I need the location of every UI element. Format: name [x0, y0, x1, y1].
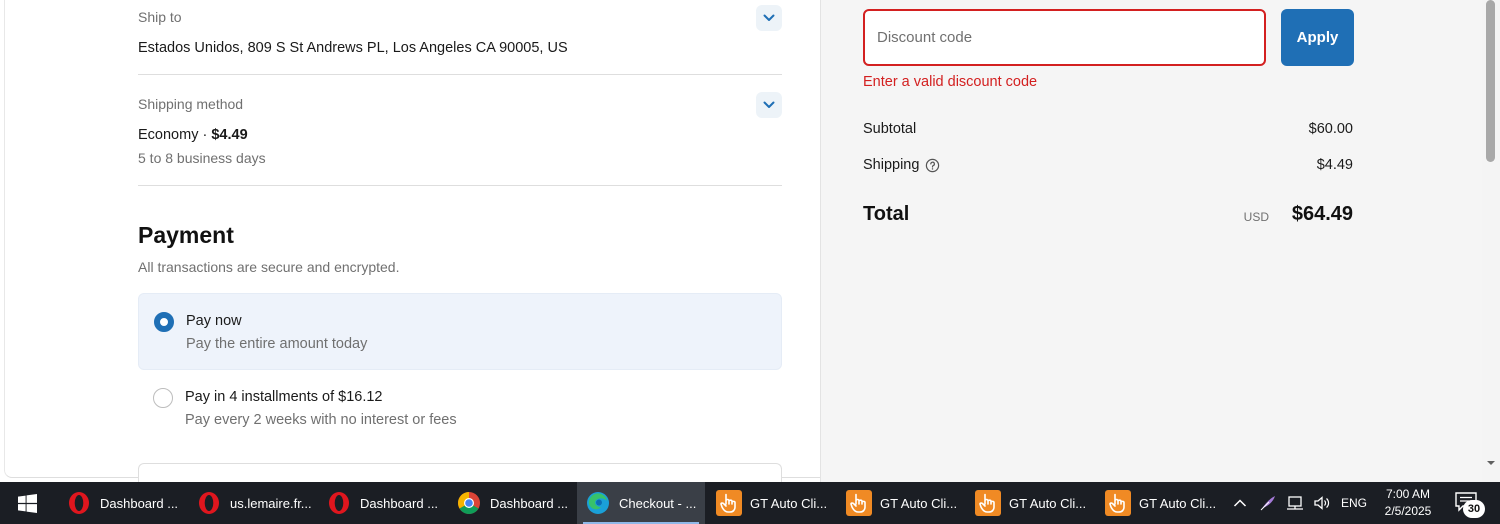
- taskbar-item-edge-checkout[interactable]: Checkout - ...: [577, 482, 705, 524]
- windows-logo-icon: [17, 493, 37, 513]
- taskbar-item-label: Checkout - ...: [619, 495, 697, 511]
- shipping-method-price: $4.49: [211, 127, 248, 143]
- installments-subtitle: Pay every 2 weeks with no interest or fe…: [185, 412, 457, 428]
- pay-now-subtitle: Pay the entire amount today: [186, 336, 368, 352]
- pay-now-radio[interactable]: [154, 312, 174, 332]
- divider: [138, 185, 782, 186]
- hand-pointer-icon: [975, 490, 1001, 516]
- network-icon[interactable]: [1286, 495, 1304, 511]
- shipping-method-expand-button[interactable]: [756, 92, 782, 118]
- total-label: Total: [863, 203, 910, 225]
- total-value: $64.49: [1291, 203, 1353, 225]
- notification-center-button[interactable]: 30: [1452, 490, 1488, 520]
- apply-discount-button[interactable]: Apply: [1281, 9, 1354, 66]
- clock[interactable]: 7:00 AM 2/5/2025: [1378, 486, 1438, 520]
- ship-to-label: Ship to: [138, 9, 182, 25]
- taskbar-item-label: Dashboard ...: [490, 495, 569, 511]
- clock-time: 7:00 AM: [1385, 487, 1431, 501]
- ship-to-address: Estados Unidos, 809 S St Andrews PL, Los…: [138, 40, 568, 56]
- show-hidden-icons-chevron-icon[interactable]: [1233, 498, 1247, 508]
- edge-icon: [585, 490, 611, 516]
- clock-date: 2/5/2025: [1384, 504, 1432, 518]
- shipping-method-eta: 5 to 8 business days: [138, 150, 266, 166]
- taskbar-item-opera-3[interactable]: Dashboard ...: [320, 482, 446, 524]
- shipping-method-name: Economy ·: [138, 127, 212, 143]
- order-summary-panel: Apply Enter a valid discount code Subtot…: [820, 0, 1482, 482]
- next-payment-section: [138, 463, 782, 483]
- divider: [138, 74, 782, 75]
- chevron-down-icon: [763, 101, 775, 108]
- discount-error-message: Enter a valid discount code: [863, 74, 1038, 90]
- shipping-summary-label: Shipping: [863, 157, 940, 173]
- hand-pointer-icon: [716, 490, 742, 516]
- taskbar-item-label: us.lemaire.fr...: [230, 495, 312, 511]
- pay-now-title: Pay now: [186, 313, 242, 329]
- taskbar-item-label: GT Auto Cli...: [750, 495, 828, 511]
- page-scrollbar[interactable]: [1482, 0, 1500, 482]
- installments-radio[interactable]: [153, 388, 173, 408]
- taskbar-item-opera-1[interactable]: Dashboard ...: [60, 482, 186, 524]
- feather-pen-icon[interactable]: [1259, 494, 1277, 512]
- opera-icon: [326, 490, 352, 516]
- opera-icon: [66, 490, 92, 516]
- taskbar-item-chrome[interactable]: Dashboard ...: [450, 482, 576, 524]
- shipping-method-value: Economy · $4.49: [138, 127, 248, 143]
- taskbar-item-gt-auto-clicker-1[interactable]: GT Auto Cli...: [710, 482, 836, 524]
- opera-icon: [196, 490, 222, 516]
- language-indicator[interactable]: ENG: [1341, 496, 1367, 510]
- start-button[interactable]: [0, 482, 54, 524]
- scroll-down-arrow-icon[interactable]: [1486, 458, 1496, 468]
- chrome-icon: [456, 490, 482, 516]
- system-tray: ENG: [1228, 482, 1367, 524]
- chevron-down-icon: [763, 14, 775, 21]
- checkout-page: Ship to Estados Unidos, 809 S St Andrews…: [0, 0, 1500, 483]
- hand-pointer-icon: [846, 490, 872, 516]
- help-icon[interactable]: [925, 158, 940, 173]
- checkout-main-panel: Ship to Estados Unidos, 809 S St Andrews…: [4, 0, 820, 483]
- scrollbar-thumb[interactable]: [1486, 0, 1495, 162]
- payment-security-note: All transactions are secure and encrypte…: [138, 259, 400, 275]
- total-currency: USD: [1243, 210, 1269, 224]
- payment-heading: Payment: [138, 222, 234, 248]
- shipping-summary-value: $4.49: [1316, 157, 1353, 173]
- discount-code-input[interactable]: [863, 9, 1266, 66]
- taskbar-item-opera-2[interactable]: us.lemaire.fr...: [190, 482, 316, 524]
- subtotal-value: $60.00: [1308, 121, 1353, 137]
- taskbar-item-label: GT Auto Cli...: [1009, 495, 1087, 511]
- taskbar-item-label: Dashboard ...: [360, 495, 439, 511]
- ship-to-expand-button[interactable]: [756, 5, 782, 31]
- shipping-summary-text: Shipping: [863, 157, 920, 173]
- taskbar-item-gt-auto-clicker-3[interactable]: GT Auto Cli...: [969, 482, 1095, 524]
- taskbar-item-label: GT Auto Cli...: [880, 495, 958, 511]
- windows-taskbar: Dashboard ... us.lemaire.fr... Dashboard…: [0, 482, 1500, 524]
- subtotal-label: Subtotal: [863, 121, 917, 137]
- taskbar-item-gt-auto-clicker-2[interactable]: GT Auto Cli...: [840, 482, 966, 524]
- screen: Ship to Estados Unidos, 809 S St Andrews…: [0, 0, 1500, 524]
- hand-pointer-icon: [1105, 490, 1131, 516]
- installments-title: Pay in 4 installments of $16.12: [185, 389, 383, 405]
- volume-icon[interactable]: [1313, 495, 1331, 511]
- pay-in-installments-option[interactable]: Pay in 4 installments of $16.12 Pay ever…: [138, 372, 782, 440]
- notification-count-badge: 30: [1463, 500, 1485, 518]
- taskbar-item-label: Dashboard ...: [100, 495, 179, 511]
- taskbar-item-label: GT Auto Cli...: [1139, 495, 1217, 511]
- taskbar-item-gt-auto-clicker-4[interactable]: GT Auto Cli...: [1099, 482, 1225, 524]
- shipping-method-label: Shipping method: [138, 96, 244, 112]
- pay-now-option[interactable]: Pay now Pay the entire amount today: [138, 293, 782, 370]
